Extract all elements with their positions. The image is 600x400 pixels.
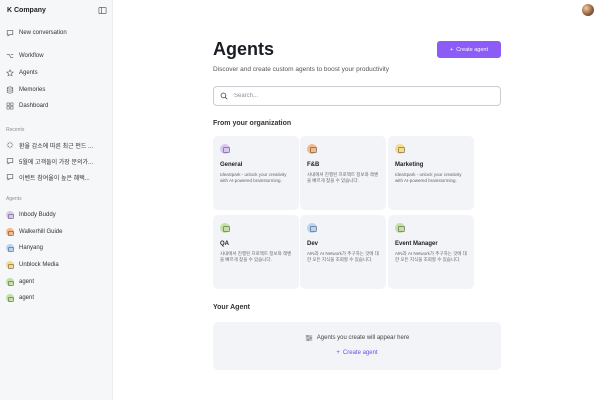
agent-card-general[interactable]: General IdeaSpark - unlock your creativi… bbox=[213, 136, 299, 210]
loading-icon bbox=[6, 141, 14, 149]
agent-card-description: AIN과 AI Network가 추구하는 것에 대한 모든 지식을 조회할 수… bbox=[307, 251, 379, 262]
sidebar-agent-item[interactable]: agent bbox=[6, 276, 34, 288]
sidebar-item-dashboard[interactable]: Dashboard bbox=[6, 100, 48, 112]
sidebar-item-label: Dashboard bbox=[19, 103, 49, 109]
recent-item-label: 5월에 고객들이 가장 문의가... bbox=[19, 159, 94, 166]
agent-item-label: agent bbox=[19, 295, 35, 301]
agent-card-name: General bbox=[220, 162, 243, 168]
page-subtitle: Discover and create custom agents to boo… bbox=[213, 66, 389, 73]
sidebar-item-workflow[interactable]: Workflow bbox=[6, 50, 44, 62]
sidebar-agent-item[interactable]: Walkerhill Guide bbox=[6, 226, 62, 238]
agent-avatar-icon bbox=[307, 223, 317, 233]
sidebar-toggle-icon[interactable] bbox=[98, 6, 107, 15]
workflow-icon bbox=[6, 54, 14, 58]
agent-card-event-manager[interactable]: Event Manager AIN과 AI Network가 추구하는 것에 대… bbox=[388, 215, 474, 289]
company-name[interactable]: K Company bbox=[7, 7, 46, 14]
recents-heading: Recents bbox=[6, 127, 25, 133]
agents-heading: Agents bbox=[6, 196, 22, 202]
sidebar-agent-item[interactable]: Unblock Media bbox=[6, 259, 59, 271]
chat-icon bbox=[6, 174, 14, 181]
user-avatar[interactable] bbox=[582, 4, 594, 16]
agent-avatar-icon bbox=[6, 294, 14, 302]
agent-item-label: Unblock Media bbox=[19, 262, 59, 268]
star-icon bbox=[6, 69, 14, 77]
create-agent-label: Create agent bbox=[456, 46, 489, 53]
sidebar-agent-item[interactable]: agent bbox=[6, 292, 34, 304]
agent-card-description: 사내에서 진행된 프로젝트 정보와 레벤을 빠르게 찾을 수 있습니다. bbox=[220, 251, 292, 262]
agent-avatar-icon bbox=[220, 144, 230, 154]
create-agent-link[interactable]: + Create agent bbox=[213, 350, 501, 356]
sidebar-item-memories[interactable]: Memories bbox=[6, 84, 45, 96]
agent-card-description: IdeaSpark - unlock your creativity with … bbox=[395, 172, 462, 183]
agent-item-label: Inbody Buddy bbox=[19, 212, 56, 218]
sidebar-item-agents[interactable]: Agents bbox=[6, 67, 38, 79]
page-title: Agents bbox=[213, 39, 275, 59]
sidebar-item-label: Memories bbox=[19, 87, 46, 93]
search-input[interactable] bbox=[234, 93, 484, 99]
agent-card-name: Marketing bbox=[395, 162, 424, 168]
agent-card-fnb[interactable]: F&B 사내에서 진행된 프로젝트 정보와 레벤을 빠르게 찾을 수 있습니다. bbox=[300, 136, 386, 210]
memory-icon bbox=[6, 86, 14, 94]
recent-item[interactable]: 5월에 고객들이 가장 문의가... bbox=[6, 155, 93, 167]
empty-state-message: Agents you create will appear here bbox=[213, 334, 501, 342]
agent-card-description: 사내에서 진행된 프로젝트 정보와 레벤을 빠르게 찾을 수 있습니다. bbox=[307, 172, 379, 183]
dashboard-icon bbox=[6, 102, 14, 110]
org-section-title: From your organization bbox=[213, 120, 292, 127]
sidebar-item-label: Agents bbox=[19, 70, 38, 76]
agent-card-dev[interactable]: Dev AIN과 AI Network가 추구하는 것에 대한 모든 지식을 조… bbox=[300, 215, 386, 289]
agent-avatar-icon bbox=[6, 211, 14, 219]
agent-avatar-icon bbox=[6, 244, 14, 252]
agent-avatar-icon bbox=[220, 223, 230, 233]
agent-card-description: IdeaSpark - unlock your creativity with … bbox=[220, 172, 287, 183]
recent-item-label: 이벤트 참여율이 높은 혜택... bbox=[19, 175, 90, 182]
new-conversation-button[interactable]: New conversation bbox=[6, 27, 67, 39]
agent-card-qa[interactable]: QA 사내에서 진행된 프로젝트 정보와 레벤을 빠르게 찾을 수 있습니다. bbox=[213, 215, 299, 289]
sidebar-item-label: Workflow bbox=[19, 53, 44, 59]
agent-avatar-icon bbox=[307, 144, 317, 154]
new-chat-icon bbox=[6, 30, 14, 37]
agent-card-name: Event Manager bbox=[395, 241, 438, 247]
recent-item[interactable]: 이벤트 참여율이 높은 혜택... bbox=[6, 171, 90, 183]
chat-icon bbox=[6, 158, 14, 165]
agent-card-marketing[interactable]: Marketing IdeaSpark - unlock your creati… bbox=[388, 136, 474, 210]
agent-avatar-icon bbox=[395, 223, 405, 233]
plus-icon: + bbox=[336, 350, 340, 356]
agent-card-name: F&B bbox=[307, 162, 320, 168]
recent-item-label: 환율 감소에 따른 최근 펀드 ... bbox=[19, 143, 94, 150]
agent-avatar-icon bbox=[6, 228, 14, 236]
create-agent-button[interactable]: + Create agent bbox=[437, 41, 501, 58]
sidebar-agent-item[interactable]: Hanyang bbox=[6, 242, 43, 254]
agent-avatar-icon bbox=[395, 144, 405, 154]
agent-card-name: Dev bbox=[307, 241, 319, 247]
sidebar: K Company New conversation Workflow Agen… bbox=[0, 0, 113, 400]
agent-card-name: QA bbox=[220, 241, 229, 247]
your-agent-section-title: Your Agent bbox=[213, 304, 250, 311]
new-conversation-label: New conversation bbox=[19, 30, 67, 36]
filter-icon bbox=[305, 335, 312, 341]
agent-avatar-icon bbox=[6, 278, 14, 286]
agent-item-label: Hanyang bbox=[19, 245, 44, 251]
search-icon bbox=[220, 92, 228, 100]
agent-item-label: agent bbox=[19, 279, 35, 285]
plus-icon: + bbox=[449, 46, 454, 53]
agent-avatar-icon bbox=[6, 261, 14, 269]
recent-item[interactable]: 환율 감소에 따른 최근 펀드 ... bbox=[6, 139, 93, 151]
your-agent-empty-state: Agents you create will appear here + Cre… bbox=[213, 322, 501, 370]
empty-state-text: Agents you create will appear here bbox=[316, 335, 410, 341]
agent-card-description: AIN과 AI Network가 추구하는 것에 대한 모든 지식을 조회할 수… bbox=[395, 251, 467, 262]
sidebar-agent-item[interactable]: Inbody Buddy bbox=[6, 209, 56, 221]
create-agent-link-label: Create agent bbox=[342, 350, 378, 356]
search-bar[interactable] bbox=[213, 86, 501, 106]
agent-item-label: Walkerhill Guide bbox=[19, 229, 63, 235]
